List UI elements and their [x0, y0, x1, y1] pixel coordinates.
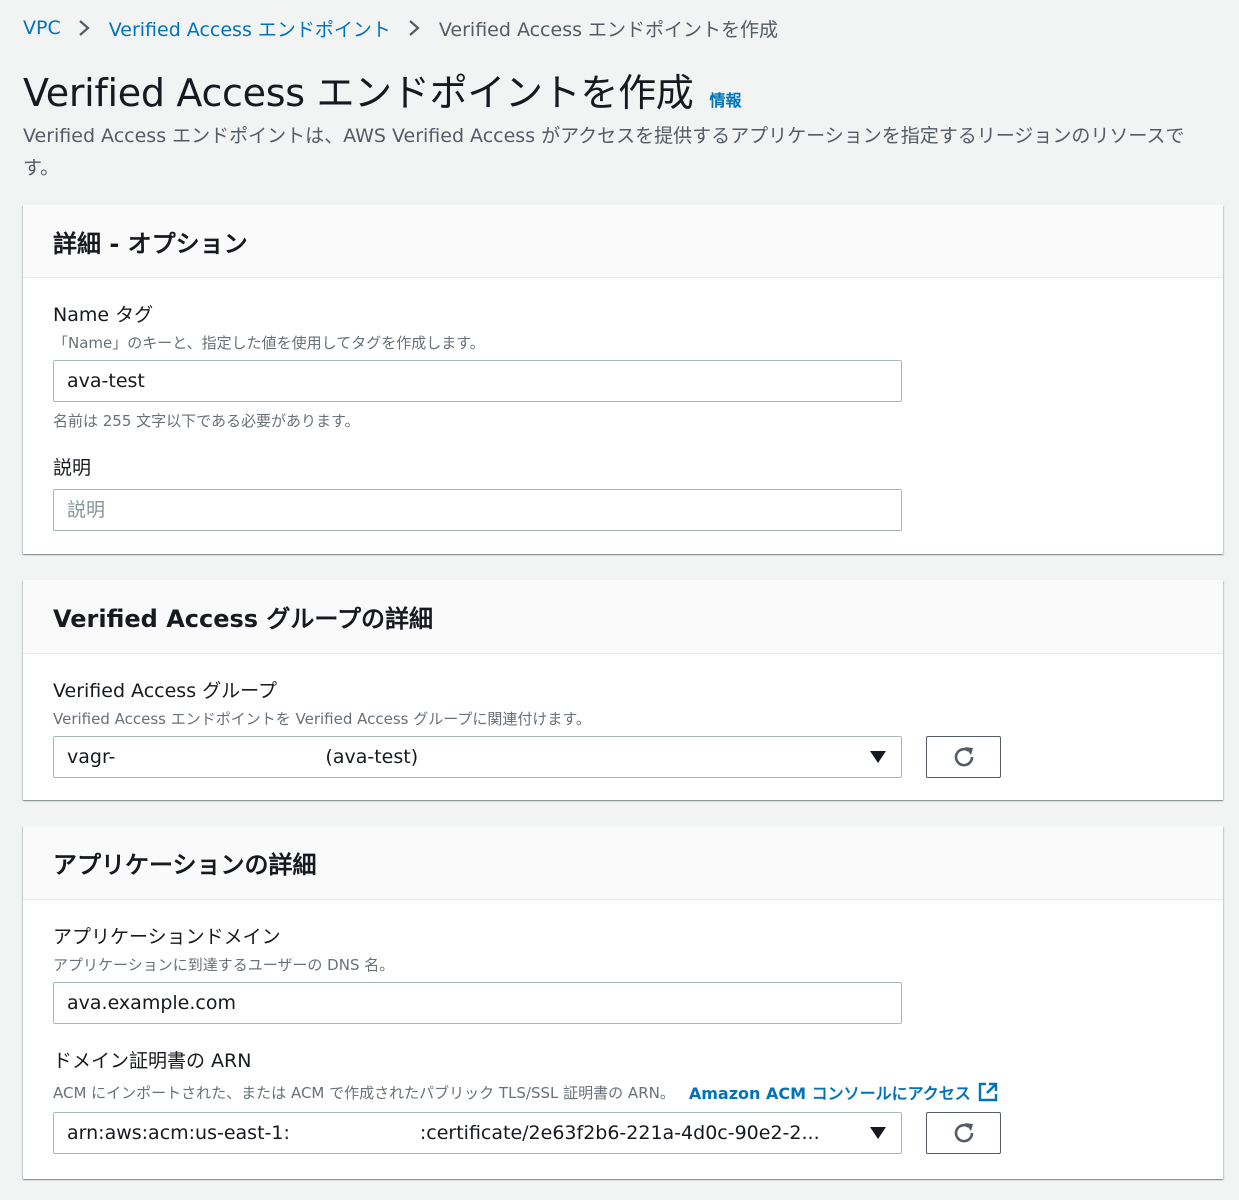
details-panel-title: 詳細 - オプション	[53, 229, 248, 258]
caret-down-icon	[870, 1127, 886, 1139]
name-tag-label: Name タグ	[53, 304, 154, 326]
certificate-refresh-button[interactable]	[926, 1112, 1001, 1154]
domain-input[interactable]	[53, 982, 902, 1024]
breadcrumb-current: Verified Access エンドポイントを作成	[438, 18, 779, 41]
group-select-id: vagr-	[67, 746, 116, 768]
application-panel: アプリケーションの詳細 アプリケーションドメイン アプリケーションに到達するユー…	[23, 826, 1223, 1179]
certificate-select-prefix: arn:aws:acm:us-east-1:	[67, 1122, 290, 1144]
application-panel-header: アプリケーションの詳細	[23, 826, 1223, 900]
page-title: Verified Access エンドポイントを作成	[23, 71, 694, 115]
name-tag-description: 「Name」のキーと、指定した値を使用してタグを作成します。	[53, 334, 485, 352]
acm-console-link[interactable]: Amazon ACM コンソールにアクセス	[689, 1080, 971, 1104]
chevron-right-icon	[79, 20, 90, 36]
refresh-icon	[954, 1123, 973, 1143]
details-panel: 詳細 - オプション Name タグ 「Name」のキーと、指定した値を使用して…	[23, 205, 1223, 554]
breadcrumb: VPC Verified Access エンドポイント Verified Acc…	[23, 14, 778, 42]
group-select-name: (ava-test)	[325, 746, 419, 768]
group-panel-header: Verified Access グループの詳細	[23, 580, 1223, 654]
group-label: Verified Access グループ	[53, 680, 278, 702]
external-link-icon[interactable]	[977, 1081, 999, 1103]
group-panel-title: Verified Access グループの詳細	[53, 605, 433, 633]
domain-description: アプリケーションに到達するユーザーの DNS 名。	[53, 956, 395, 974]
page-header: Verified Access エンドポイントを作成 情報	[23, 62, 742, 117]
breadcrumb-endpoints-link[interactable]: Verified Access エンドポイント	[109, 15, 391, 42]
certificate-select[interactable]: arn:aws:acm:us-east-1: :certificate/2e63…	[53, 1112, 902, 1154]
chevron-right-icon	[409, 20, 420, 36]
breadcrumb-vpc-link[interactable]: VPC	[23, 17, 61, 39]
certificate-description-row: ACM にインポートされた、または ACM で作成されたパブリック TLS/SS…	[53, 1080, 999, 1104]
group-description: Verified Access エンドポイントを Verified Access…	[53, 710, 591, 728]
refresh-icon	[954, 747, 973, 767]
group-panel: Verified Access グループの詳細 Verified Access …	[23, 580, 1223, 800]
description-label: 説明	[53, 457, 92, 479]
certificate-select-suffix: :certificate/2e63f2b6-221a-4d0c-90e2-2..…	[419, 1122, 820, 1144]
group-select[interactable]: vagr- (ava-test)	[53, 736, 902, 778]
certificate-label: ドメイン証明書の ARN	[53, 1050, 252, 1072]
details-panel-header: 詳細 - オプション	[23, 205, 1223, 278]
page-description: Verified Access エンドポイントは、AWS Verified Ac…	[23, 125, 1185, 179]
domain-label: アプリケーションドメイン	[53, 926, 281, 948]
caret-down-icon	[870, 751, 886, 763]
certificate-description: ACM にインポートされた、または ACM で作成されたパブリック TLS/SS…	[53, 1083, 675, 1102]
info-link[interactable]: 情報	[710, 87, 742, 111]
name-tag-input[interactable]	[53, 360, 902, 402]
application-panel-title: アプリケーションの詳細	[53, 851, 317, 879]
name-tag-constraint: 名前は 255 文字以下である必要があります。	[53, 412, 360, 430]
group-refresh-button[interactable]	[926, 736, 1001, 778]
description-input[interactable]	[53, 489, 902, 531]
